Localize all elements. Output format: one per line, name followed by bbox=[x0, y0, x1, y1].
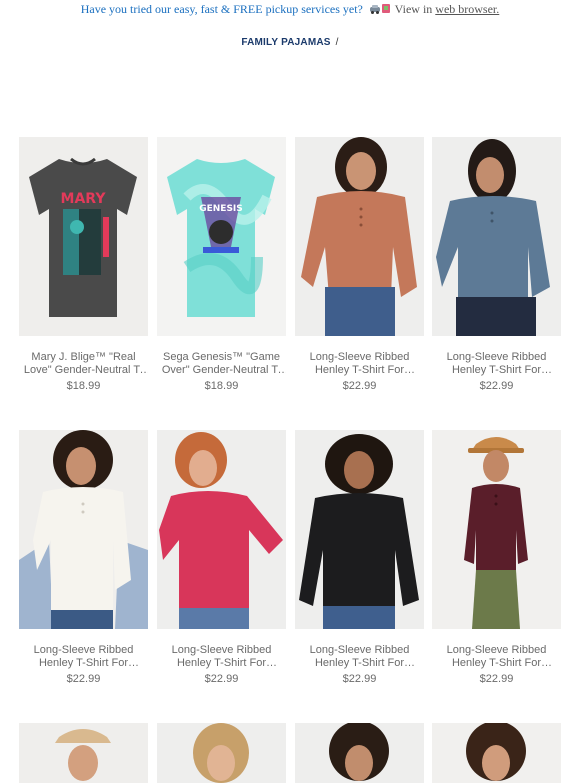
product-name[interactable]: Long-Sleeve Ribbed Henley T-Shirt For Wo… bbox=[432, 644, 561, 670]
product-price: $22.99 bbox=[479, 380, 514, 392]
product-card[interactable] bbox=[157, 723, 286, 783]
product-price: $18.99 bbox=[204, 380, 239, 392]
product-card[interactable] bbox=[432, 723, 561, 783]
view-in-label: View in bbox=[394, 2, 433, 16]
pickup-banner[interactable]: Have you tried our easy, fast & FREE pic… bbox=[0, 2, 580, 18]
product-card[interactable]: GENESIS Sega Genesis™ "Game Over" Gender… bbox=[157, 137, 286, 392]
product-image-sega-genesis-tee[interactable]: GENESIS bbox=[157, 137, 286, 336]
product-image-henley-burgundy[interactable] bbox=[432, 430, 561, 629]
product-card[interactable]: Long-Sleeve Ribbed Henley T-Shirt For Wo… bbox=[295, 430, 424, 685]
product-card[interactable]: Long-Sleeve Ribbed Henley T-Shirt For Wo… bbox=[432, 430, 561, 685]
product-name[interactable]: Long-Sleeve Ribbed Henley T-Shirt For Wo… bbox=[19, 644, 148, 670]
product-card[interactable] bbox=[19, 723, 148, 783]
product-image-henley-black[interactable] bbox=[295, 430, 424, 629]
product-image-henley-blue[interactable] bbox=[432, 137, 561, 336]
product-price: $22.99 bbox=[204, 673, 239, 685]
product-image-henley-pink[interactable] bbox=[157, 430, 286, 629]
product-card[interactable]: MARY Mary J. Blige™ "Real Love" Gender-N… bbox=[19, 137, 148, 392]
product-image-mary-j-blige-tee[interactable]: MARY bbox=[19, 137, 148, 336]
product-card[interactable]: Long-Sleeve Ribbed Henley T-Shirt For Wo… bbox=[157, 430, 286, 685]
product-image-henley-rust[interactable] bbox=[295, 137, 424, 336]
product-image[interactable] bbox=[432, 723, 561, 783]
product-card[interactable] bbox=[295, 723, 424, 783]
category-nav: FAMILY PAJAMAS / bbox=[0, 37, 580, 48]
car-icon bbox=[369, 3, 391, 19]
product-image-henley-white[interactable] bbox=[19, 430, 148, 629]
web-browser-link[interactable]: web browser. bbox=[435, 2, 499, 16]
product-price: $22.99 bbox=[66, 673, 101, 685]
product-image[interactable] bbox=[19, 723, 148, 783]
pickup-banner-text: Have you tried our easy, fast & FREE pic… bbox=[80, 2, 363, 16]
product-card[interactable]: Long-Sleeve Ribbed Henley T-Shirt For Wo… bbox=[432, 137, 561, 392]
product-name[interactable]: Long-Sleeve Ribbed Henley T-Shirt For Wo… bbox=[295, 351, 424, 377]
product-image[interactable] bbox=[295, 723, 424, 783]
product-image[interactable] bbox=[157, 723, 286, 783]
product-card[interactable]: Long-Sleeve Ribbed Henley T-Shirt For Wo… bbox=[295, 137, 424, 392]
product-name[interactable]: Mary J. Blige™ "Real Love" Gender-Neutra… bbox=[19, 351, 148, 377]
product-price: $22.99 bbox=[479, 673, 514, 685]
product-price: $22.99 bbox=[342, 380, 377, 392]
product-price: $18.99 bbox=[66, 380, 101, 392]
product-name[interactable]: Long-Sleeve Ribbed Henley T-Shirt For Wo… bbox=[432, 351, 561, 377]
nav-item-family-pajamas[interactable]: FAMILY PAJAMAS bbox=[241, 37, 330, 48]
tee-graphic-text: MARY bbox=[61, 191, 107, 207]
product-name[interactable]: Sega Genesis™ "Game Over" Gender-Neutral… bbox=[157, 351, 286, 377]
product-name[interactable]: Long-Sleeve Ribbed Henley T-Shirt For Wo… bbox=[157, 644, 286, 670]
nav-separator: / bbox=[335, 37, 339, 48]
tee-graphic-text: GENESIS bbox=[199, 204, 243, 214]
product-name[interactable]: Long-Sleeve Ribbed Henley T-Shirt For Wo… bbox=[295, 644, 424, 670]
product-price: $22.99 bbox=[342, 673, 377, 685]
product-card[interactable]: Long-Sleeve Ribbed Henley T-Shirt For Wo… bbox=[19, 430, 148, 685]
